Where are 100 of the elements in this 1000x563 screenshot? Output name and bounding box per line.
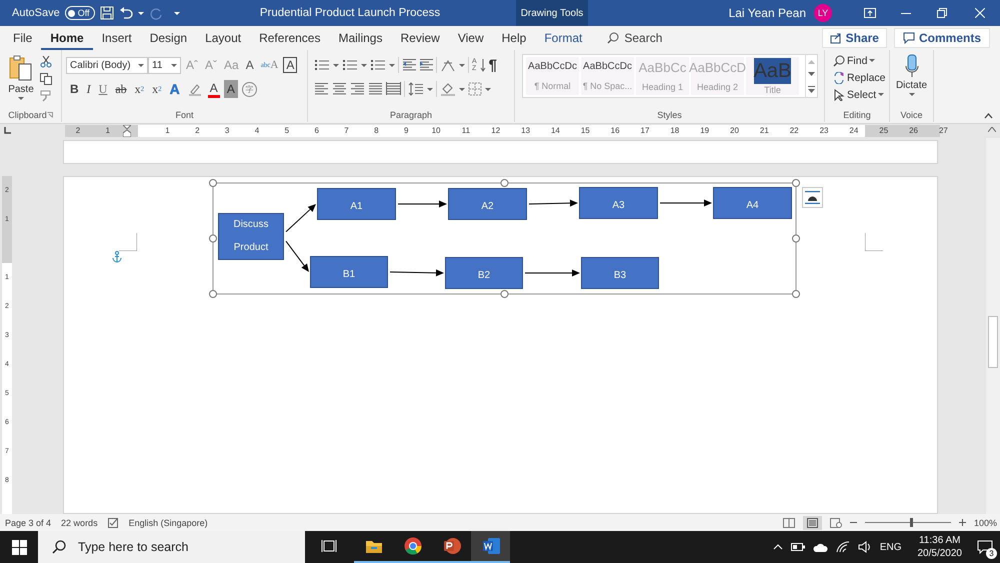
read-mode-icon[interactable] <box>782 518 795 528</box>
resize-handle[interactable] <box>792 290 800 298</box>
resize-handle[interactable] <box>500 178 508 187</box>
comments-button[interactable]: Comments <box>894 28 990 48</box>
battery-icon[interactable] <box>790 543 805 551</box>
notification-button[interactable]: 3 <box>970 531 1000 563</box>
resize-handle[interactable] <box>209 178 217 187</box>
script-button[interactable]: x$^{2}$ <box>150 80 164 98</box>
caret-icon[interactable] <box>361 64 367 66</box>
underline-button[interactable]: U <box>96 80 110 98</box>
align-left-icon[interactable] <box>314 82 329 96</box>
print-layout-icon[interactable] <box>806 518 818 528</box>
bullets-icon[interactable] <box>314 58 330 72</box>
input-language[interactable]: ENG <box>880 542 902 552</box>
process-box[interactable]: A2 <box>448 188 527 220</box>
process-box[interactable]: B3 <box>581 256 659 289</box>
speaker-icon[interactable] <box>858 541 872 553</box>
bold-button[interactable]: B <box>68 80 81 98</box>
caret-icon[interactable] <box>389 64 395 66</box>
ribbon-tab[interactable]: View <box>448 26 493 50</box>
caret-icon[interactable] <box>138 64 144 66</box>
process-box[interactable]: B1 <box>310 256 388 288</box>
tab-selector-icon[interactable] <box>3 126 12 135</box>
effects-button[interactable]: A <box>168 80 182 98</box>
ribbon-tab[interactable]: Insert <box>92 26 141 50</box>
indent-marker-icon[interactable] <box>122 125 131 137</box>
word-count[interactable]: 22 words <box>61 518 98 528</box>
document-app-icon[interactable] <box>482 537 500 555</box>
caret-icon[interactable] <box>171 64 177 66</box>
copy-icon[interactable] <box>40 73 52 85</box>
caret-icon[interactable] <box>459 64 465 66</box>
cloud-icon[interactable] <box>812 542 828 552</box>
style-option[interactable]: AaBbCcDc ¶ Normal <box>526 57 579 95</box>
web-layout-icon[interactable] <box>830 518 842 528</box>
format-painter-icon[interactable] <box>40 90 52 102</box>
align-right-icon[interactable] <box>350 82 365 96</box>
chevron-up-icon[interactable] <box>772 544 783 550</box>
zoom-out-icon[interactable] <box>850 519 857 526</box>
more-styles-icon[interactable] <box>808 86 815 93</box>
user-avatar[interactable]: LY <box>814 4 832 22</box>
page-count[interactable]: Page 3 of 4 <box>5 518 52 528</box>
clear-button[interactable]: A <box>244 56 256 74</box>
search-box[interactable]: Search <box>601 31 668 45</box>
task-view-icon[interactable] <box>320 539 336 553</box>
find-button[interactable]: Find <box>833 53 886 68</box>
browser-icon[interactable] <box>404 537 422 555</box>
ribbon-display-icon[interactable] <box>864 8 876 18</box>
caret-icon[interactable] <box>427 88 433 90</box>
undo-icon[interactable] <box>118 6 133 20</box>
ribbon-tab[interactable]: Mailings <box>329 26 392 50</box>
resize-handle[interactable] <box>500 290 508 298</box>
increase-indent-icon[interactable] <box>419 58 433 72</box>
customize-icon[interactable] <box>174 12 180 14</box>
taskbar-search-field[interactable]: Type here to search <box>38 531 305 563</box>
autosave-toggle[interactable]: Off <box>64 6 95 20</box>
asian-layout-icon[interactable] <box>440 58 456 72</box>
paste-icon[interactable] <box>8 54 34 82</box>
process-box[interactable]: A1 <box>317 188 396 220</box>
caret-icon[interactable] <box>333 64 339 66</box>
zoom-level[interactable]: 100% <box>974 518 997 528</box>
multilevel-list-icon[interactable] <box>370 58 386 72</box>
user-name[interactable]: Lai Yean Pean <box>728 6 806 20</box>
zoom-in-icon[interactable] <box>958 519 966 526</box>
italic-button[interactable]: I <box>84 80 93 98</box>
folder-icon[interactable] <box>364 538 382 554</box>
font-size-field[interactable]: 11 <box>148 56 181 74</box>
process-box[interactable]: Discuss Product <box>218 212 284 260</box>
caret-icon[interactable] <box>18 97 24 100</box>
ribbon-tab[interactable]: Review <box>391 26 449 50</box>
process-box[interactable]: A3 <box>579 186 658 219</box>
share-button[interactable]: Share <box>822 28 887 48</box>
numbering-icon[interactable] <box>342 58 358 72</box>
distributed-icon[interactable] <box>386 82 401 96</box>
scrollbar[interactable] <box>986 138 1000 514</box>
language-label[interactable]: English (Singapore) <box>128 518 208 528</box>
style-option[interactable]: AaBbCcDc ¶ No Spac... <box>581 57 634 95</box>
caret-icon[interactable] <box>869 59 876 62</box>
align-center-icon[interactable] <box>332 82 347 96</box>
decrease-indent-icon[interactable] <box>402 58 416 72</box>
proofing-icon[interactable] <box>108 518 119 528</box>
clock[interactable]: 11:36 AM 20/5/2020 <box>910 534 970 560</box>
microphone-icon[interactable] <box>904 54 918 78</box>
resize-handle[interactable] <box>209 234 217 242</box>
strike-button[interactable]: ab <box>113 80 129 98</box>
replace-button[interactable]: Replace <box>833 70 886 85</box>
presentation-app-icon[interactable] <box>442 537 460 555</box>
ribbon-tab[interactable]: Design <box>140 26 196 50</box>
shaded-button[interactable]: A <box>224 80 238 98</box>
select-button[interactable]: Select <box>833 87 886 102</box>
boxed-button[interactable]: A <box>283 57 298 73</box>
line-spacing-icon[interactable] <box>408 82 424 96</box>
dictate-button[interactable]: Dictate <box>896 80 928 91</box>
save-icon[interactable] <box>100 6 114 20</box>
scissors-icon[interactable] <box>40 56 52 68</box>
wifi-icon[interactable] <box>836 541 850 553</box>
ribbon-tab[interactable]: File <box>4 26 42 50</box>
caret-icon[interactable] <box>485 88 491 90</box>
scroll-down-icon[interactable] <box>808 72 815 78</box>
process-box[interactable]: B2 <box>445 256 523 289</box>
font-name-field[interactable]: Calibri (Body) <box>66 56 148 74</box>
